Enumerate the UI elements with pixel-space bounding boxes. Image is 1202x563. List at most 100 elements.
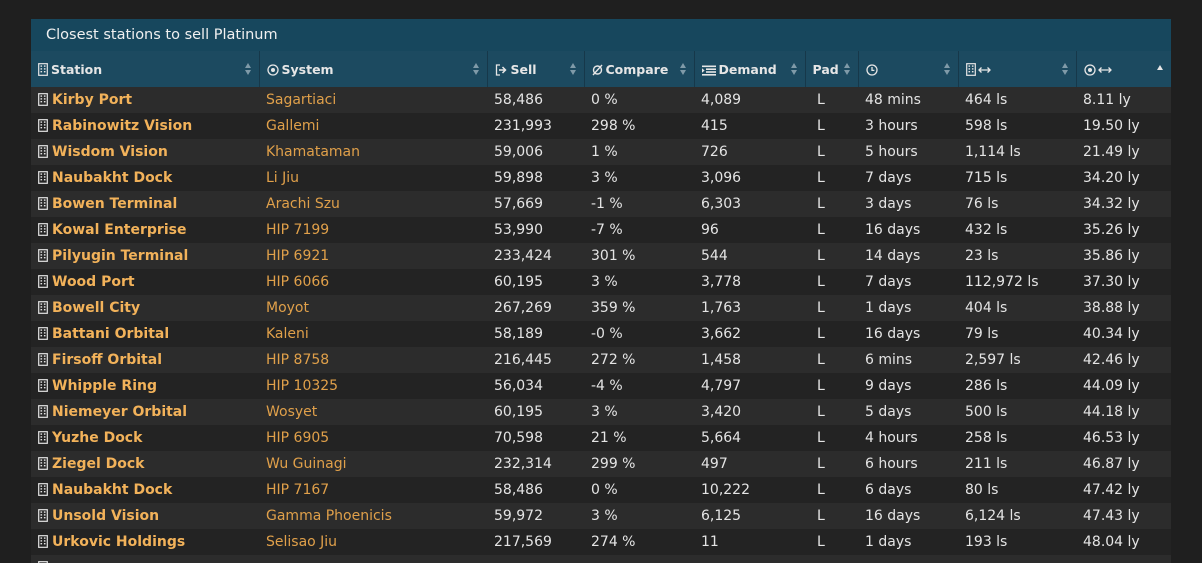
cell-station[interactable]: Naubakht Dock <box>31 165 259 191</box>
table-row[interactable]: Naubakht Dock Li Jiu 59,898 3 % 3,096 L 7 days… <box>31 165 1171 191</box>
table-row[interactable]: Bowen Terminal Arachi Szu 57,669 -1 % 6,303 L… <box>31 191 1171 217</box>
cell-station[interactable]: Whipple Ring <box>31 373 259 399</box>
table-row[interactable]: Kowal Enterprise HIP 7199 53,990 -7 % 96 L 16 … <box>31 217 1171 243</box>
cell-system[interactable]: Gallemi <box>259 113 487 139</box>
station-link[interactable]: Ziegel Dock <box>52 456 144 472</box>
column-header-compare[interactable]: Compare <box>583 51 694 87</box>
sort-toggle-icon[interactable] <box>1061 63 1068 75</box>
table-row[interactable]: Whipple Ring HIP 10325 56,034 -4 % 4,797 L 9 d… <box>31 373 1171 399</box>
column-header-station[interactable]: Station <box>31 51 259 87</box>
cell-station[interactable]: Bowell City <box>31 295 259 321</box>
cell-system[interactable]: Gamma Phoenicis <box>259 503 487 529</box>
cell-station[interactable]: Kowal Enterprise <box>31 217 259 243</box>
cell-station[interactable]: Unsold Vision <box>31 503 259 529</box>
cell-station[interactable]: Pilyugin Terminal <box>31 243 259 269</box>
cell-station[interactable]: Naubakht Dock <box>31 477 259 503</box>
sort-toggle-icon[interactable] <box>843 63 850 75</box>
sort-toggle-icon[interactable] <box>244 63 251 75</box>
cell-station[interactable]: Wisdom Vision <box>31 139 259 165</box>
station-link[interactable]: Bowell City <box>52 300 140 316</box>
sort-toggle-icon[interactable] <box>679 63 686 75</box>
cell-pad: L <box>805 399 858 425</box>
cell-compare: -1 % <box>584 191 694 217</box>
cell-station[interactable]: Kirby Port <box>31 87 259 113</box>
cell-system[interactable]: Wosyet <box>259 399 487 425</box>
station-link[interactable]: Whipple Ring <box>52 378 157 394</box>
table-row[interactable]: Wisdom Vision Khamataman 59,006 1 % 726 L 5 ho… <box>31 139 1171 165</box>
table-row[interactable]: Niemeyer Orbital Wosyet 60,195 3 % 3,420 L 5 d… <box>31 399 1171 425</box>
station-link[interactable]: Bowen Terminal <box>52 196 177 212</box>
cell-system[interactable]: Kaleni <box>259 321 487 347</box>
cell-station[interactable] <box>31 555 259 563</box>
column-header-system-distance[interactable] <box>1075 51 1171 87</box>
cell-system[interactable]: Arachi Szu <box>259 191 487 217</box>
column-header-updated[interactable] <box>857 51 958 87</box>
cell-system[interactable]: Sagartiaci <box>259 87 487 113</box>
cell-pad: L <box>805 243 858 269</box>
column-header-sell[interactable]: Sell <box>486 51 584 87</box>
cell-station[interactable]: Bowen Terminal <box>31 191 259 217</box>
sort-toggle-icon[interactable] <box>790 63 797 75</box>
cell-system[interactable]: Li Jiu <box>259 165 487 191</box>
cell-station[interactable]: Yuzhe Dock <box>31 425 259 451</box>
cell-station[interactable]: Battani Orbital <box>31 321 259 347</box>
table-row[interactable]: Kirby Port Sagartiaci 58,486 0 % 4,089 L 48 mi… <box>31 87 1171 113</box>
cell-system[interactable]: HIP 6066 <box>259 269 487 295</box>
table-row[interactable]: Yuzhe Dock HIP 6905 70,598 21 % 5,664 L 4 hour… <box>31 425 1171 451</box>
cell-system[interactable]: HIP 7167 <box>259 477 487 503</box>
sort-toggle-icon[interactable] <box>569 63 576 75</box>
column-header-system[interactable]: System <box>258 51 487 87</box>
cell-station[interactable]: Firsoff Orbital <box>31 347 259 373</box>
cell-updated: 5 hours <box>858 139 958 165</box>
station-link[interactable]: Niemeyer Orbital <box>52 404 187 420</box>
table-row[interactable]: Ziegel Dock Wu Guinagi 232,314 299 % 497 L 6 h… <box>31 451 1171 477</box>
station-link[interactable]: Naubakht Dock <box>52 482 172 498</box>
cell-system[interactable] <box>259 555 487 563</box>
cell-system[interactable]: Moyot <box>259 295 487 321</box>
cell-station[interactable]: Wood Port <box>31 269 259 295</box>
station-link[interactable]: Rabinowitz Vision <box>52 118 192 134</box>
station-link[interactable]: Kowal Enterprise <box>52 222 186 238</box>
cell-compare: -0 % <box>584 321 694 347</box>
table-row[interactable]: Pilyugin Terminal HIP 6921 233,424 301 % 544… <box>31 243 1171 269</box>
cell-system[interactable]: HIP 7199 <box>259 217 487 243</box>
cell-system[interactable]: Khamataman <box>259 139 487 165</box>
cell-system[interactable]: HIP 8758 <box>259 347 487 373</box>
cell-system[interactable]: HIP 6921 <box>259 243 487 269</box>
sort-toggle-icon[interactable] <box>943 63 950 75</box>
station-link[interactable]: Kirby Port <box>52 92 132 108</box>
column-header-station-distance[interactable] <box>957 51 1076 87</box>
table-row[interactable]: Naubakht Dock HIP 7167 58,486 0 % 10,222 L 6 d… <box>31 477 1171 503</box>
station-link[interactable]: Wood Port <box>52 274 135 290</box>
building-icon <box>38 119 48 132</box>
cell-station[interactable]: Niemeyer Orbital <box>31 399 259 425</box>
station-link[interactable]: Yuzhe Dock <box>52 430 142 446</box>
table-row[interactable]: Urkovic Holdings Selisao Jiu 217,569 274 % 1… <box>31 529 1171 555</box>
cell-station[interactable]: Ziegel Dock <box>31 451 259 477</box>
station-link[interactable]: Urkovic Holdings <box>52 534 185 550</box>
cell-system[interactable]: Selisao Jiu <box>259 529 487 555</box>
station-link[interactable]: Pilyugin Terminal <box>52 248 188 264</box>
cell-system[interactable]: HIP 10325 <box>259 373 487 399</box>
station-link[interactable]: Naubakht Dock <box>52 170 172 186</box>
cell-station[interactable]: Rabinowitz Vision <box>31 113 259 139</box>
station-link[interactable]: Battani Orbital <box>52 326 169 342</box>
cell-station[interactable]: Urkovic Holdings <box>31 529 259 555</box>
cell-system[interactable]: Wu Guinagi <box>259 451 487 477</box>
cell-sell: 59,006 <box>487 139 584 165</box>
station-link[interactable]: Wisdom Vision <box>52 144 168 160</box>
table-row[interactable]: Unsold Vision Gamma Phoenicis 59,972 3 % 6,1… <box>31 503 1171 529</box>
table-row[interactable]: Rabinowitz Vision Gallemi 231,993 298 % 415 L… <box>31 113 1171 139</box>
column-header-demand[interactable]: Demand <box>693 51 805 87</box>
table-row[interactable]: Battani Orbital Kaleni 58,189 -0 % 3,662 L 16 … <box>31 321 1171 347</box>
cell-system[interactable]: HIP 6905 <box>259 425 487 451</box>
table-row[interactable]: Bowell City Moyot 267,269 359 % 1,763 L 1 days… <box>31 295 1171 321</box>
sort-ascending-icon[interactable] <box>1157 63 1163 75</box>
sort-toggle-icon[interactable] <box>472 63 479 75</box>
column-header-pad[interactable]: Pad <box>804 51 858 87</box>
station-link[interactable]: Firsoff Orbital <box>52 352 162 368</box>
table-row[interactable] <box>31 555 1171 563</box>
station-link[interactable]: Unsold Vision <box>52 508 159 524</box>
table-row[interactable]: Wood Port HIP 6066 60,195 3 % 3,778 L 7 days 11… <box>31 269 1171 295</box>
table-row[interactable]: Firsoff Orbital HIP 8758 216,445 272 % 1,458… <box>31 347 1171 373</box>
